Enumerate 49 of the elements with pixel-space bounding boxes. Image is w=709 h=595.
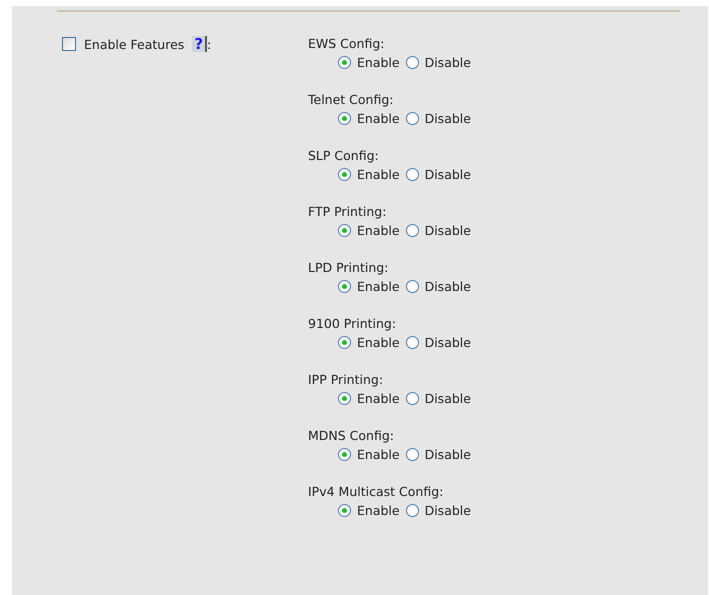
help-icon[interactable]: ? <box>192 36 208 52</box>
radio-button[interactable] <box>406 336 419 349</box>
setting-label: LPD Printing: <box>308 260 390 275</box>
colon-label: : <box>207 36 212 52</box>
radio-button[interactable] <box>338 392 351 405</box>
radio-button[interactable] <box>338 280 351 293</box>
radio-button[interactable] <box>338 336 351 349</box>
option-label: Disable <box>424 335 471 350</box>
option-label: Enable <box>357 111 400 126</box>
radio-button[interactable] <box>338 168 351 181</box>
radio-button[interactable] <box>406 224 419 237</box>
option-label: Disable <box>424 167 471 182</box>
radio-button[interactable] <box>406 448 419 461</box>
radio-button[interactable] <box>338 504 351 517</box>
radio-button[interactable] <box>338 112 351 125</box>
option-label: Enable <box>357 447 400 462</box>
enable-features-label: Enable Features <box>84 36 184 52</box>
radio-button[interactable] <box>406 56 419 69</box>
option-label: Disable <box>424 111 471 126</box>
radio-button[interactable] <box>406 112 419 125</box>
option-label: Disable <box>424 279 471 294</box>
radio-button[interactable] <box>338 448 351 461</box>
option-label: Enable <box>357 391 400 406</box>
setting-label: SLP Config: <box>308 148 380 163</box>
option-label: Enable <box>357 335 400 350</box>
setting-label: 9100 Printing: <box>308 316 398 331</box>
option-label: Enable <box>357 223 400 238</box>
radio-button[interactable] <box>406 280 419 293</box>
option-label: Enable <box>357 503 400 518</box>
setting-label: EWS Config: <box>308 36 386 51</box>
radio-button[interactable] <box>338 56 351 69</box>
option-label: Enable <box>357 279 400 294</box>
option-label: Disable <box>424 503 471 518</box>
setting-label: Telnet Config: <box>308 92 394 107</box>
setting-label: IPv4 Multicast Config: <box>308 484 444 499</box>
radio-button[interactable] <box>406 504 419 517</box>
setting-label: IPP Printing: <box>308 372 384 387</box>
option-label: Disable <box>424 55 471 70</box>
option-label: Disable <box>424 223 471 238</box>
radio-button[interactable] <box>338 224 351 237</box>
radio-button[interactable] <box>406 168 419 181</box>
setting-label: FTP Printing: <box>308 204 388 219</box>
setting-label: MDNS Config: <box>308 428 395 443</box>
enable-features-checkbox[interactable] <box>62 37 76 51</box>
option-label: Disable <box>424 447 471 462</box>
option-label: Enable <box>357 55 400 70</box>
radio-button[interactable] <box>406 392 419 405</box>
option-label: Disable <box>424 391 471 406</box>
option-label: Enable <box>357 167 400 182</box>
